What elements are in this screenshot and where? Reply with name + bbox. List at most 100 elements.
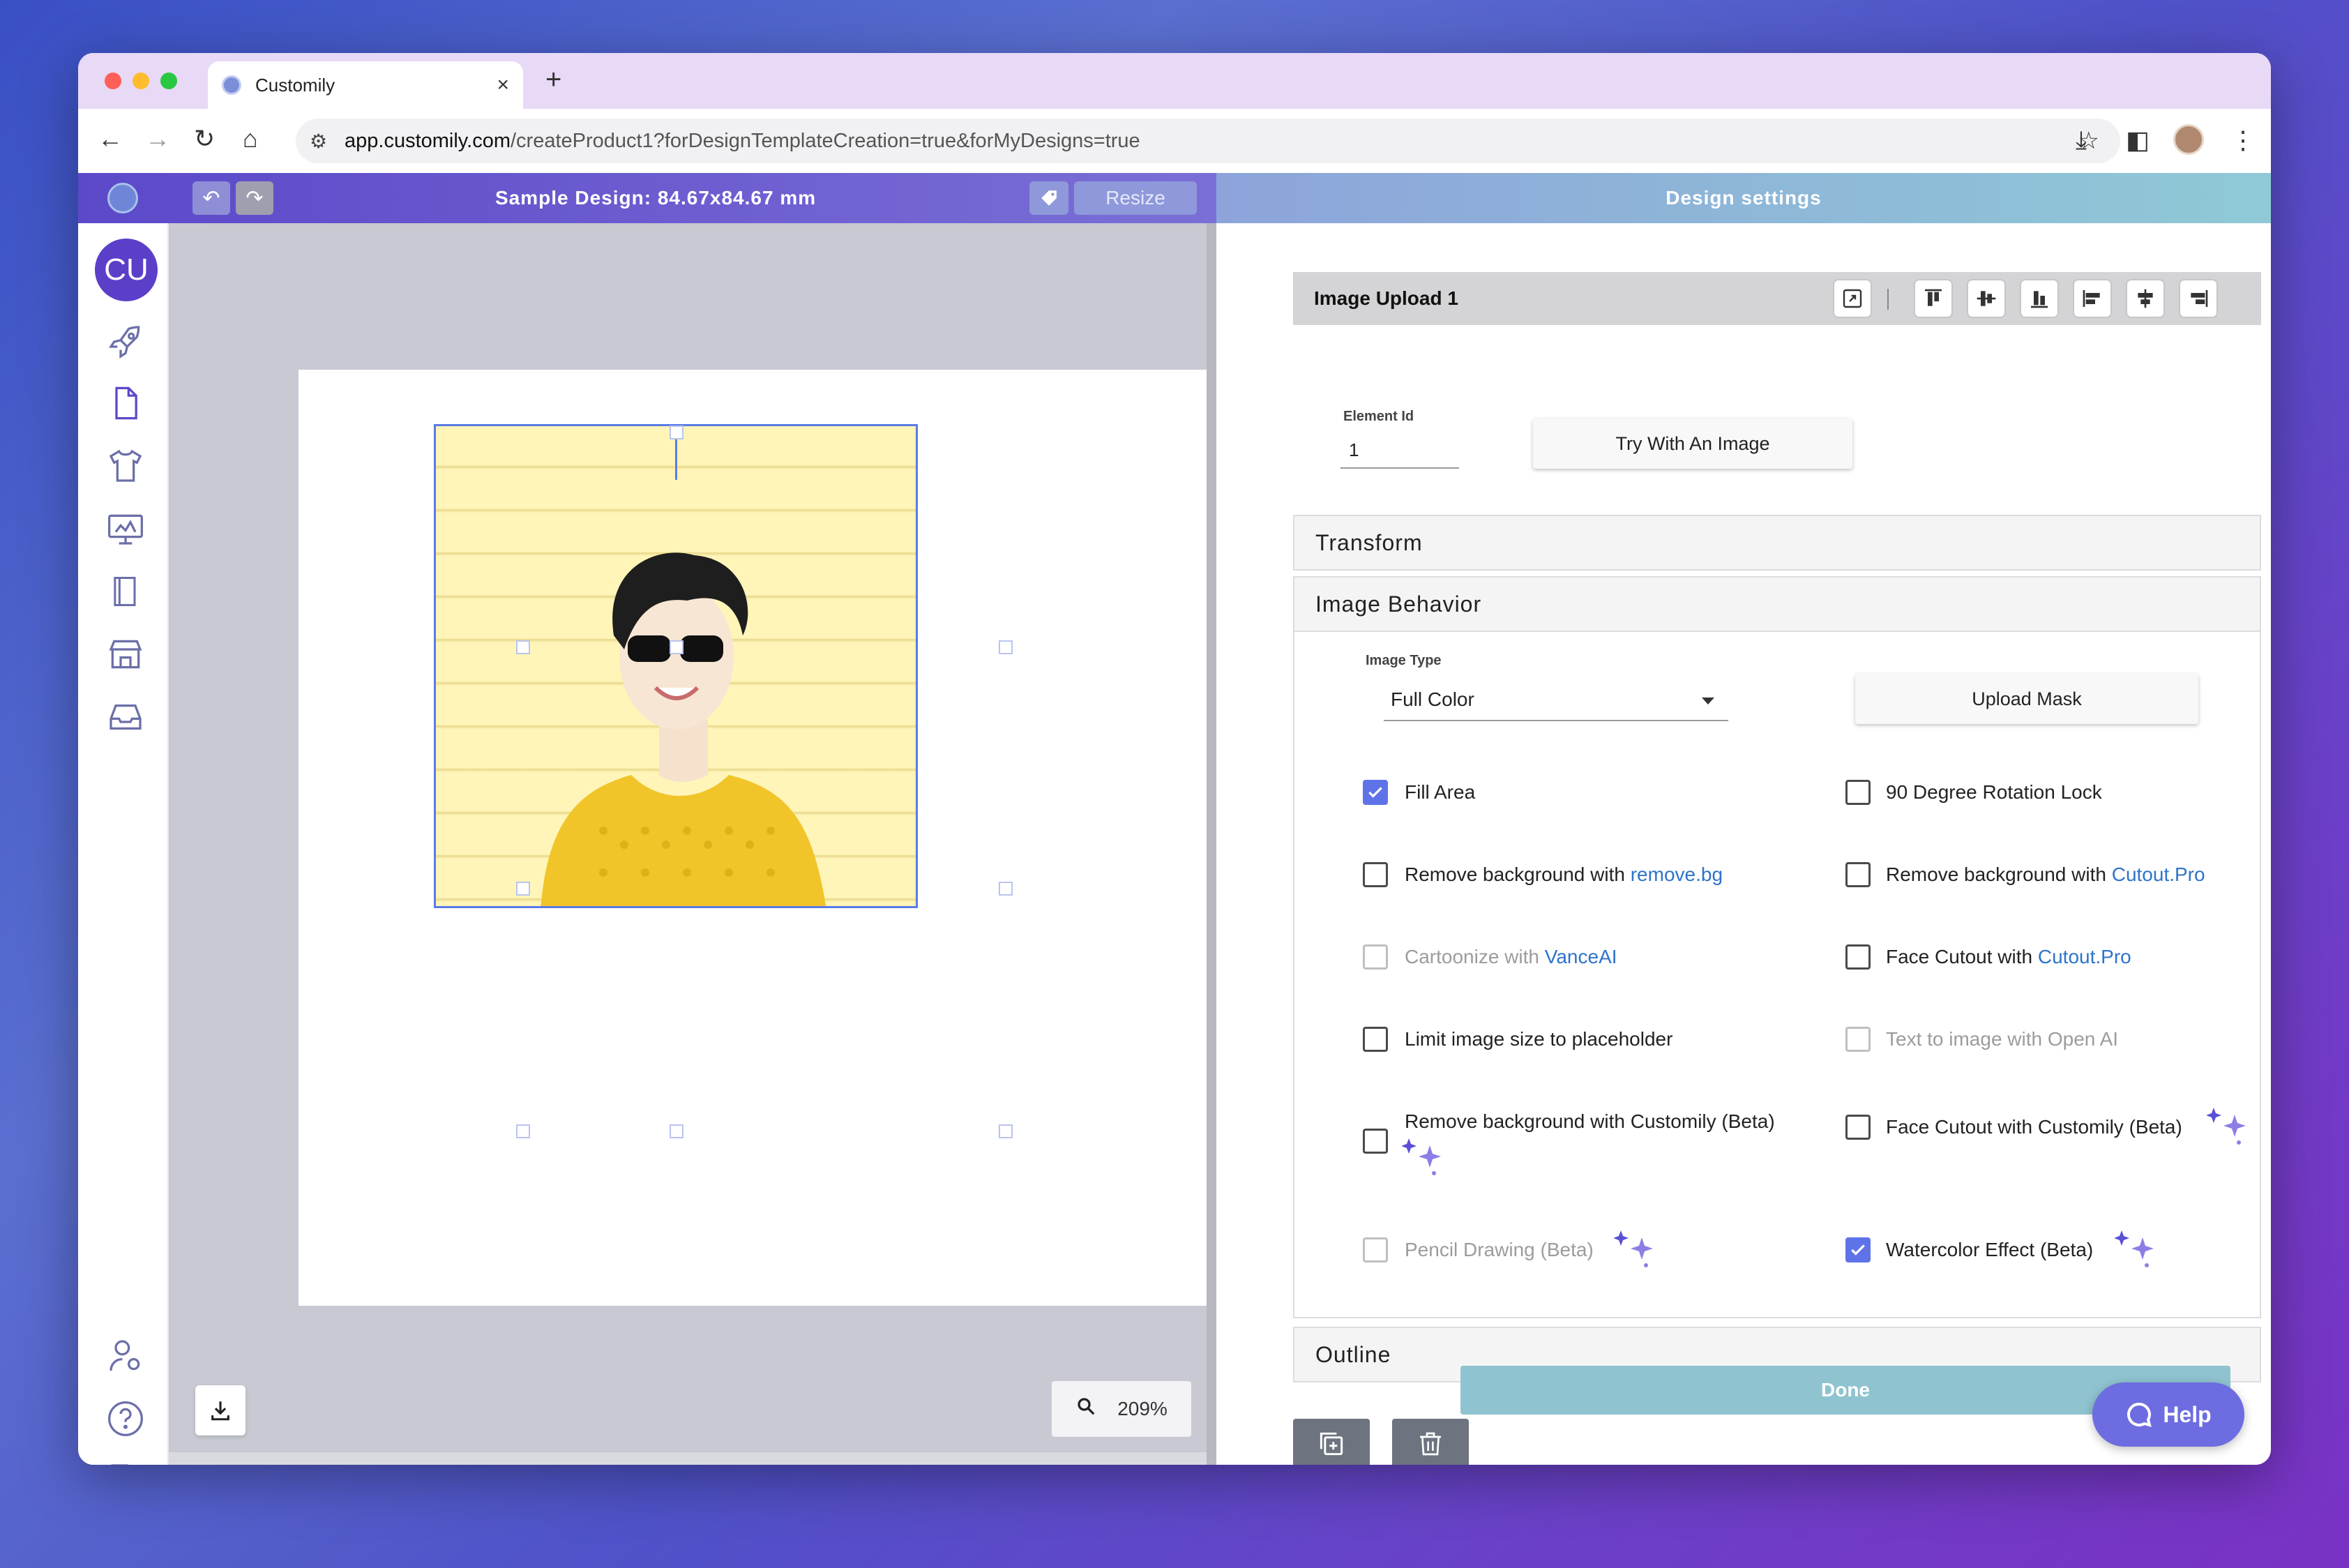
align-right-button[interactable] — [2179, 279, 2218, 318]
face-cutout-checkbox[interactable] — [1845, 944, 1871, 970]
face-cutout-customily-checkbox[interactable] — [1845, 1115, 1871, 1140]
redo-button[interactable]: ↷ — [236, 181, 273, 215]
resize-handle-sw[interactable] — [516, 1124, 530, 1138]
browser-toolbar: ← → ↻ ⌂ ⚙ app.customily.com/createProduc… — [78, 109, 2271, 173]
resize-handle-s[interactable] — [670, 1124, 683, 1138]
image-behavior-section-header[interactable]: Image Behavior — [1293, 576, 2261, 632]
book-icon[interactable] — [105, 571, 146, 612]
new-tab-icon[interactable]: + — [545, 64, 561, 96]
zoom-control[interactable]: 209% — [1052, 1381, 1191, 1437]
cartoonize-checkbox[interactable] — [1363, 944, 1388, 970]
image-upload-placeholder[interactable] — [434, 424, 918, 908]
undo-button[interactable]: ↶ — [192, 181, 230, 215]
monitor-icon[interactable] — [105, 508, 146, 550]
help-button[interactable]: Help — [2092, 1382, 2244, 1447]
limit-size-checkbox[interactable] — [1363, 1027, 1388, 1052]
minimize-window-button[interactable] — [133, 73, 149, 89]
align-bottom-button[interactable] — [2020, 279, 2059, 318]
watercolor-checkbox[interactable] — [1845, 1237, 1871, 1262]
store-icon[interactable] — [105, 633, 146, 675]
rocket-icon[interactable] — [105, 321, 146, 363]
resize-handle-e[interactable] — [999, 882, 1013, 896]
align-vertical-center-button[interactable] — [1967, 279, 2006, 318]
rotation-lock-checkbox[interactable] — [1845, 780, 1871, 805]
home-icon[interactable]: ⌂ — [243, 124, 258, 153]
customily-logo-icon[interactable] — [107, 183, 138, 213]
resize-handle-ne[interactable] — [999, 640, 1013, 654]
text-to-image-label: Text to image with Open AI — [1886, 1028, 2119, 1050]
align-bottom-icon — [2031, 291, 2048, 308]
tshirt-icon[interactable] — [105, 445, 146, 487]
panel-splitter[interactable] — [1207, 223, 1216, 1465]
cartoonize-label: Cartoonize with VanceAI — [1405, 946, 1617, 967]
ai-sparkle-icon — [2207, 1108, 2246, 1145]
left-sidebar: CU — [78, 223, 169, 1465]
remove-bg-customily-checkbox[interactable] — [1363, 1129, 1388, 1154]
align-top-icon — [1925, 289, 1942, 306]
user-settings-icon[interactable] — [105, 1335, 146, 1377]
duplicate-element-button[interactable] — [1293, 1419, 1370, 1465]
zoom-level: 209% — [1117, 1398, 1168, 1419]
text-to-image-checkbox[interactable] — [1845, 1027, 1871, 1052]
fit-expand-button[interactable] — [1833, 279, 1872, 318]
document-icon[interactable] — [105, 382, 146, 424]
remove-bg-customily-label: Remove background with Customily (Beta) — [1405, 1110, 1775, 1132]
back-icon[interactable]: ← — [98, 124, 123, 153]
user-avatar[interactable]: CU — [95, 239, 158, 301]
align-left-button[interactable] — [2073, 279, 2112, 318]
vanceai-link[interactable]: VanceAI — [1545, 946, 1617, 967]
editor-header: ↶ ↷ Sample Design: 84.67x84.67 mm Resize — [78, 173, 1216, 223]
cutoutpro-link[interactable]: Cutout.Pro — [2112, 864, 2205, 885]
resize-button[interactable]: Resize — [1074, 181, 1197, 215]
profile-avatar[interactable] — [2173, 124, 2204, 155]
element-id-label: Element Id — [1343, 409, 1414, 424]
close-tab-icon[interactable]: × — [497, 73, 509, 97]
face-cutoutpro-link[interactable]: Cutout.Pro — [2038, 946, 2131, 967]
face-cutout-label: Face Cutout with Cutout.Pro — [1886, 946, 2131, 967]
remove-bg-cutout-checkbox[interactable] — [1845, 862, 1871, 887]
fill-area-checkbox[interactable] — [1363, 780, 1388, 805]
resize-handle-se[interactable] — [999, 1124, 1013, 1138]
tab-title: Customily — [255, 74, 335, 96]
upload-mask-button[interactable]: Upload Mask — [1855, 674, 2198, 724]
site-settings-icon[interactable]: ⚙ — [310, 130, 327, 153]
close-window-button[interactable] — [105, 73, 121, 89]
reload-icon[interactable]: ↻ — [194, 124, 215, 153]
download-icon[interactable]: ⤓ — [2076, 126, 2087, 156]
delete-element-button[interactable] — [1392, 1419, 1469, 1465]
logout-icon[interactable] — [105, 1459, 146, 1465]
canvas-horizontal-scrollbar[interactable] — [169, 1452, 1207, 1465]
resize-handle-n[interactable] — [670, 640, 683, 654]
transform-section-header[interactable]: Transform — [1293, 515, 2261, 571]
pencil-drawing-checkbox[interactable] — [1363, 1237, 1388, 1262]
help-circle-icon[interactable] — [105, 1398, 146, 1440]
remove-bg-removebg-checkbox[interactable] — [1363, 862, 1388, 887]
resize-handle-nw[interactable] — [516, 640, 530, 654]
try-with-image-button[interactable]: Try With An Image — [1533, 419, 1852, 469]
align-right-icon — [2191, 290, 2208, 307]
rotate-handle[interactable] — [670, 425, 683, 439]
align-vcenter-icon — [1977, 291, 1996, 306]
download-design-button[interactable] — [195, 1385, 246, 1435]
browser-tab[interactable]: Customily × — [208, 61, 523, 109]
help-label: Help — [2163, 1401, 2212, 1427]
remove-bg-cutout-label: Remove background with Cutout.Pro — [1886, 864, 2205, 885]
face-cutout-customily-label: Face Cutout with Customily (Beta) — [1886, 1116, 2182, 1138]
inbox-icon[interactable] — [105, 696, 146, 738]
removebg-link[interactable]: remove.bg — [1631, 864, 1723, 885]
sidepanel-icon[interactable]: ◧ — [2126, 126, 2150, 155]
align-horizontal-center-button[interactable] — [2126, 279, 2165, 318]
tag-button[interactable] — [1029, 181, 1068, 215]
menu-kebab-icon[interactable]: ⋮ — [2230, 126, 2256, 155]
portrait-image — [541, 552, 826, 906]
design-settings-header: Design settings — [1216, 173, 2271, 223]
forward-icon[interactable]: → — [145, 124, 170, 153]
image-type-value: Full Color — [1391, 688, 1474, 710]
element-id-input[interactable]: 1 — [1340, 432, 1459, 469]
address-bar[interactable]: ⚙ app.customily.com/createProduct1?forDe… — [296, 119, 2120, 163]
design-title: Sample Design: 84.67x84.67 mm — [495, 187, 817, 209]
align-top-button[interactable] — [1914, 279, 1953, 318]
maximize-window-button[interactable] — [160, 73, 177, 89]
image-type-select[interactable]: Full Color — [1384, 679, 1728, 721]
resize-handle-w[interactable] — [516, 882, 530, 896]
